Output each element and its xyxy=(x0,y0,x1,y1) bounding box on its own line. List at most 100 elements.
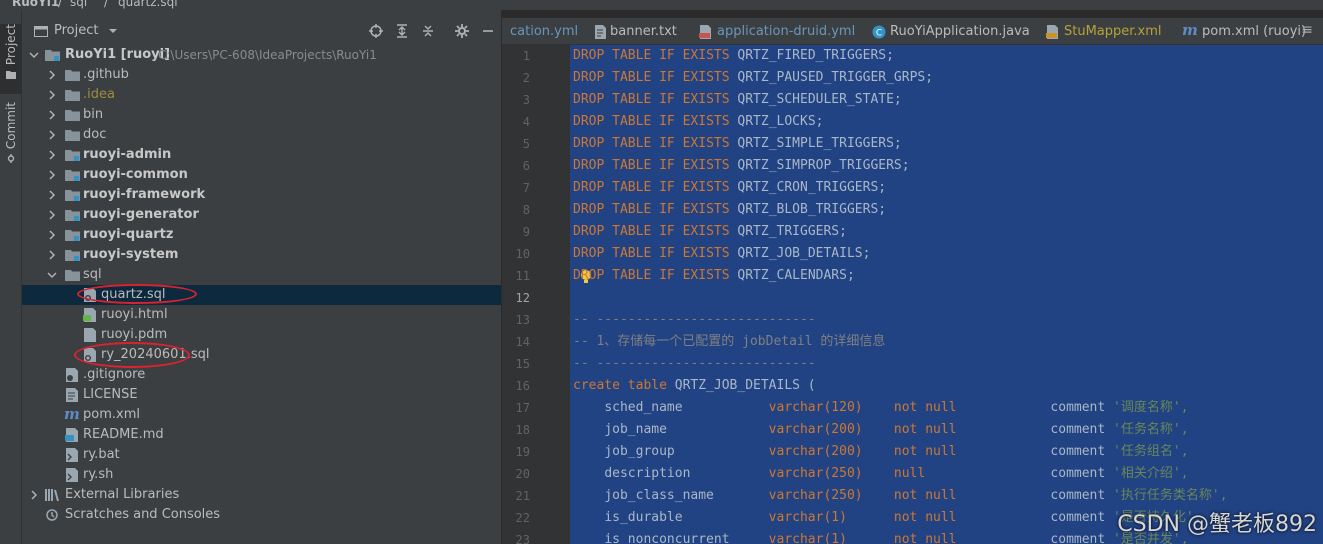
code-token: QRTZ_CRON_TRIGGERS; xyxy=(737,180,887,195)
locate-file-icon[interactable] xyxy=(368,23,384,39)
tree-item-root[interactable]: RuoYi1 [ruoyi] C:\Users\PC-608\IdeaProje… xyxy=(22,45,501,65)
code-token: job_group xyxy=(604,444,675,459)
code-token: QRTZ_SIMPLE_TRIGGERS; xyxy=(737,136,902,151)
code-line: DROP TABLE IF EXISTS QRTZ_SCHEDULER_STAT… xyxy=(573,89,902,111)
minimize-icon[interactable] xyxy=(480,23,496,39)
tree-item-ruoyi-quartz[interactable]: ruoyi-quartz xyxy=(22,225,501,245)
tree-item-doc[interactable]: doc xyxy=(22,125,501,145)
code-token: TABLE xyxy=(612,48,652,63)
tree-item-ruoyi-generator[interactable]: ruoyi-generator xyxy=(22,205,501,225)
chevron-right-icon[interactable] xyxy=(47,170,57,180)
code-line: sched_name varchar(120) not null comment '调… xyxy=(573,397,1188,419)
chevron-right-icon[interactable] xyxy=(47,110,57,120)
expand-all-icon[interactable] xyxy=(394,23,410,39)
code-token: EXISTS xyxy=(682,136,730,151)
tree-item-license[interactable]: LICENSE xyxy=(22,385,501,405)
code-token: sched_name xyxy=(604,400,683,415)
chevron-right-icon[interactable] xyxy=(47,190,57,200)
code-line: is_nonconcurrent varchar(1) not null commen… xyxy=(573,529,1188,544)
tool-tab-project[interactable]: Project xyxy=(0,24,22,94)
code-editor[interactable]: DROP TABLE IF EXISTS QRTZ_FIRED_TRIGGERS… xyxy=(570,45,1323,544)
annotation-circle xyxy=(74,342,190,368)
code-line: is_durable varchar(1) not null comment '是否持… xyxy=(573,507,1201,529)
gear-icon[interactable] xyxy=(454,23,470,39)
breadcrumb-file[interactable]: quartz.sql xyxy=(118,0,178,9)
tree-item-label: ry.sh xyxy=(83,467,114,482)
chevron-right-icon[interactable] xyxy=(47,90,57,100)
tree-item-external-libraries[interactable]: External Libraries xyxy=(22,485,501,505)
code-token: not null xyxy=(893,422,957,437)
tab-pom-xml[interactable]: pom.xml (ruoyi) xyxy=(1202,24,1306,39)
code-token: TABLE xyxy=(612,180,652,195)
line-number: 13 xyxy=(515,313,530,327)
tabs-menu-icon[interactable]: ≡ xyxy=(1301,22,1313,38)
chevron-right-icon[interactable] xyxy=(47,130,57,140)
tree-item-github[interactable]: .github xyxy=(22,65,501,85)
collapse-all-icon[interactable] xyxy=(420,23,436,39)
tree-item-gitignore[interactable]: .gitignore xyxy=(22,365,501,385)
line-number: 23 xyxy=(515,533,530,544)
breadcrumb-folder[interactable]: sql xyxy=(70,0,87,9)
tree-item-bin[interactable]: bin xyxy=(22,105,501,125)
tree-item-label: sql xyxy=(83,267,102,282)
tree-item-ry-sh[interactable]: ry.sh xyxy=(22,465,501,485)
tree-item-ruoyi-framework[interactable]: ruoyi-framework xyxy=(22,185,501,205)
tree-item-ruoyi-common[interactable]: ruoyi-common xyxy=(22,165,501,185)
line-number: 1 xyxy=(522,49,530,63)
chevron-right-icon[interactable] xyxy=(47,230,57,240)
tree-item-ruoyi-system[interactable]: ruoyi-system xyxy=(22,245,501,265)
module-folder-icon xyxy=(65,150,80,161)
module-folder-icon xyxy=(65,250,80,261)
chevron-right-icon[interactable] xyxy=(29,490,39,500)
tree-item-idea[interactable]: .idea xyxy=(22,85,501,105)
chevron-down-icon[interactable] xyxy=(29,50,39,60)
chevron-right-icon[interactable] xyxy=(47,210,57,220)
code-token: '执行任务类名称', xyxy=(1113,488,1228,503)
tree-item-ruoyi-html[interactable]: ruoyi.html xyxy=(22,305,501,325)
annotation-circle xyxy=(77,284,197,304)
tab-application-druid-yml[interactable]: application-druid.yml xyxy=(717,24,855,39)
code-token: IF xyxy=(659,92,675,107)
tree-item-ruoyi-admin[interactable]: ruoyi-admin xyxy=(22,145,501,165)
breadcrumb-project[interactable]: RuoYi1 xyxy=(12,0,59,9)
tree-item-pom-xml[interactable]: m pom.xml xyxy=(22,405,501,425)
tree-item-readme[interactable]: README.md xyxy=(22,425,501,445)
java-class-icon: C xyxy=(872,25,886,39)
tab-application-yml[interactable]: cation.yml xyxy=(510,24,578,39)
code-token: comment xyxy=(1050,400,1106,415)
chevron-right-icon[interactable] xyxy=(47,150,57,160)
chevron-down-icon[interactable] xyxy=(47,270,57,280)
tree-item-scratches[interactable]: Scratches and Consoles xyxy=(22,505,501,525)
line-number-gutter: 1 2 3 4 5 6 7 8 9 10 11 12 13 14 15 16 17 18 19 20 21 22 23 xyxy=(502,45,570,544)
project-panel-title[interactable]: Project xyxy=(54,23,98,38)
code-token: TABLE xyxy=(612,246,652,261)
chevron-down-icon[interactable] xyxy=(108,26,118,36)
code-token: -- 1、存储每一个已配置的 jobDetail 的详细信息 xyxy=(573,334,886,349)
tool-tab-commit[interactable]: Commit xyxy=(0,102,22,168)
code-token: create table xyxy=(573,378,667,393)
tree-item-label: bin xyxy=(83,107,104,122)
tree-item-sql[interactable]: sql xyxy=(22,265,501,285)
library-icon xyxy=(45,489,59,502)
line-number: 7 xyxy=(522,181,530,195)
code-token: job_class_name xyxy=(604,488,714,503)
tree-item-ry-bat[interactable]: ry.bat xyxy=(22,445,501,465)
tab-ruoyiapplication-java[interactable]: RuoYiApplication.java xyxy=(890,24,1030,39)
xml-file-icon xyxy=(1046,25,1058,39)
tree-item-ruoyi-pdm[interactable]: ruoyi.pdm xyxy=(22,325,501,345)
tree-item-label: doc xyxy=(83,127,107,142)
html-file-icon xyxy=(83,308,96,322)
tab-banner-txt[interactable]: banner.txt xyxy=(610,24,677,39)
code-token: varchar(1) xyxy=(768,532,847,544)
tree-item-label: ruoyi.html xyxy=(101,307,168,322)
tab-stumapper-xml[interactable]: StuMapper.xml xyxy=(1064,24,1162,39)
chevron-right-icon[interactable] xyxy=(47,70,57,80)
chevron-right-icon[interactable] xyxy=(47,250,57,260)
